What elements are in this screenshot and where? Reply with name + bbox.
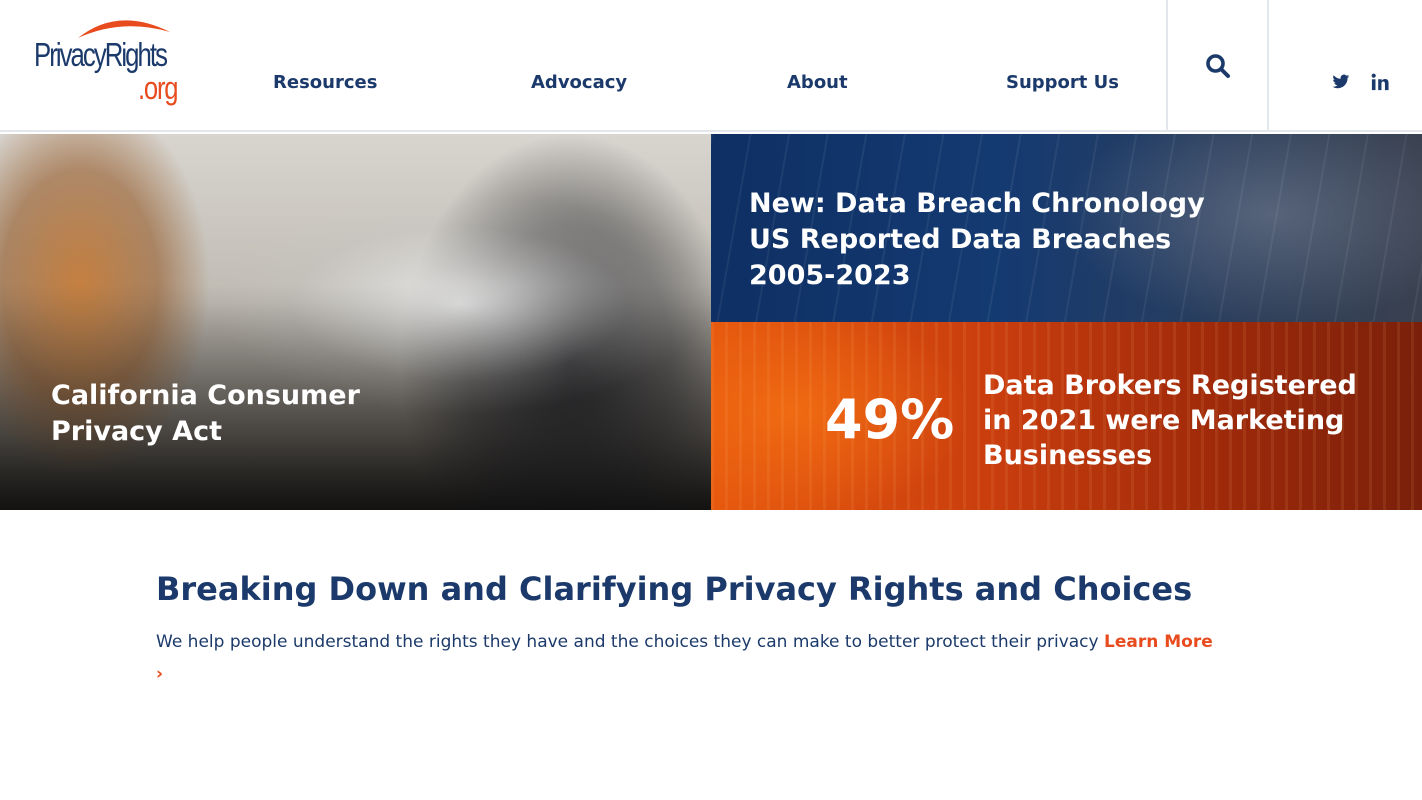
chevron-right-icon[interactable]: › [156,658,163,690]
search-icon [1205,54,1230,78]
site-logo[interactable]: PrivacyRights .org [32,14,184,108]
nav-about[interactable]: About [787,72,848,93]
site-header: PrivacyRights .org Resources Advocacy Ab… [0,0,1422,132]
twitter-icon[interactable] [1332,72,1350,92]
logo-tld: .org [138,70,179,106]
hero-tile-data-brokers[interactable]: 49% Data Brokers Registered in 2021 were… [711,322,1422,510]
search-button[interactable] [1166,0,1269,132]
intro-body: We help people understand the rights the… [156,632,1099,652]
nav-resources[interactable]: Resources [273,72,377,93]
hero-tile-ccpa-title: California Consumer Privacy Act [51,380,360,447]
nav-advocacy[interactable]: Advocacy [531,72,627,93]
hero-tile-data-breach[interactable]: New: Data Breach Chronology US Reported … [711,134,1422,322]
logo-wordmark: PrivacyRights [34,36,168,73]
linkedin-icon[interactable] [1371,72,1389,92]
hero-grid: California Consumer Privacy Act New: Dat… [0,134,1422,510]
learn-more-link[interactable]: Learn More [1104,632,1213,652]
intro-heading: Breaking Down and Clarifying Privacy Rig… [156,570,1193,608]
hero-tile-data-brokers-title: Data Brokers Registered in 2021 were Mar… [983,370,1357,471]
tile-image-overlay [0,134,711,510]
nav-support-us[interactable]: Support Us [1006,72,1119,93]
intro-text: We help people understand the rights the… [156,626,1266,690]
data-brokers-stat: 49% [825,388,955,451]
hero-tile-data-breach-title: New: Data Breach Chronology US Reported … [749,188,1205,291]
hero-tile-ccpa[interactable]: California Consumer Privacy Act [0,134,711,510]
